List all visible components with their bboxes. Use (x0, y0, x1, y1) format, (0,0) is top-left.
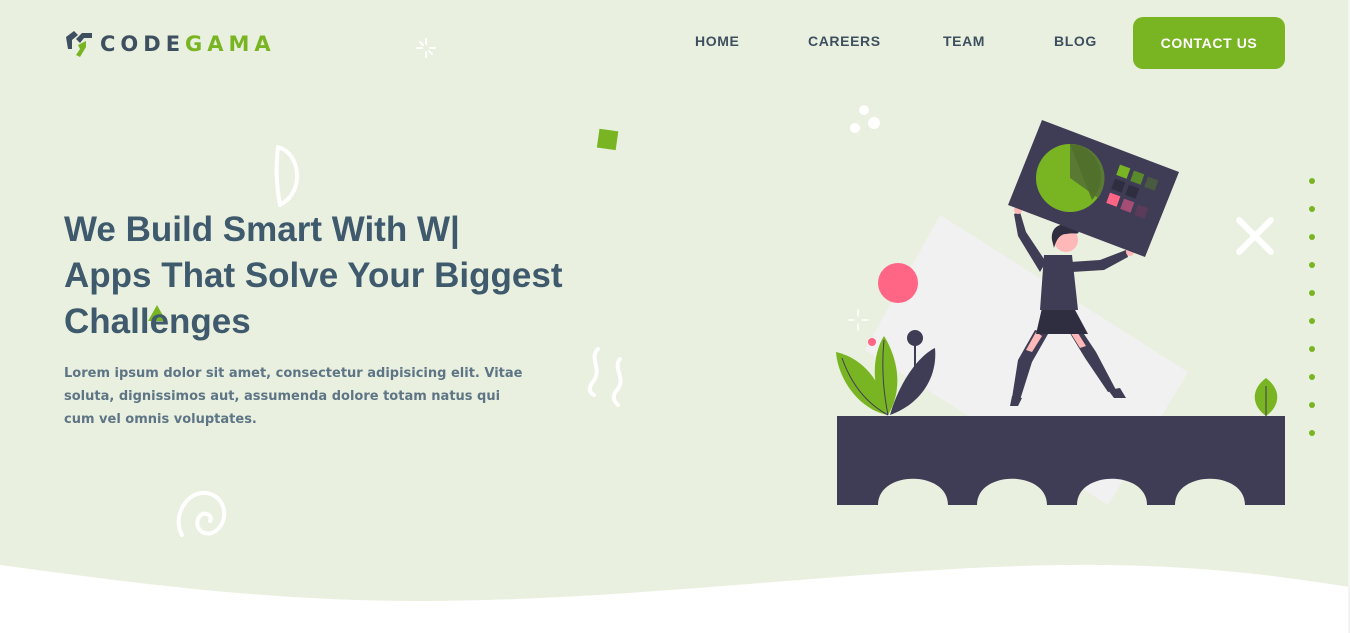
squiggle-icon (587, 347, 623, 407)
logo-text-code: CODE (100, 32, 186, 56)
nav-careers[interactable]: CAREERS (808, 33, 881, 49)
woman-holding-chart-illustration (836, 120, 1285, 505)
hero-subtext: Lorem ipsum dolor sit amet, consectetur … (64, 366, 523, 427)
logo-text: CODEGAMA (100, 32, 276, 56)
nav-blog[interactable]: BLOG (1054, 33, 1097, 49)
dots-decoration (1309, 178, 1317, 458)
nav-home[interactable]: HOME (695, 33, 739, 49)
hero-section: CODEGAMA HOME CAREERS TEAM BLOG CONTACT … (0, 0, 1350, 633)
headline-line-2: Apps That Solve Your Biggest (64, 256, 563, 295)
logo[interactable]: CODEGAMA (64, 29, 276, 59)
headline-line-3: Challenges (64, 302, 251, 341)
wave-divider (0, 564, 1350, 633)
sparkle-icon (416, 38, 436, 58)
headline-line-1: We Build Smart With W| (64, 210, 460, 249)
logo-text-gama: GAMA (185, 32, 276, 56)
green-square-icon (596, 128, 619, 151)
half-circle-outline-icon (274, 145, 299, 207)
codegama-logo-icon (66, 31, 92, 57)
nav-team[interactable]: TEAM (943, 33, 985, 49)
contact-us-button[interactable]: CONTACT US (1133, 17, 1285, 69)
hero-headline: We Build Smart With W| Apps That Solve Y… (64, 207, 604, 345)
